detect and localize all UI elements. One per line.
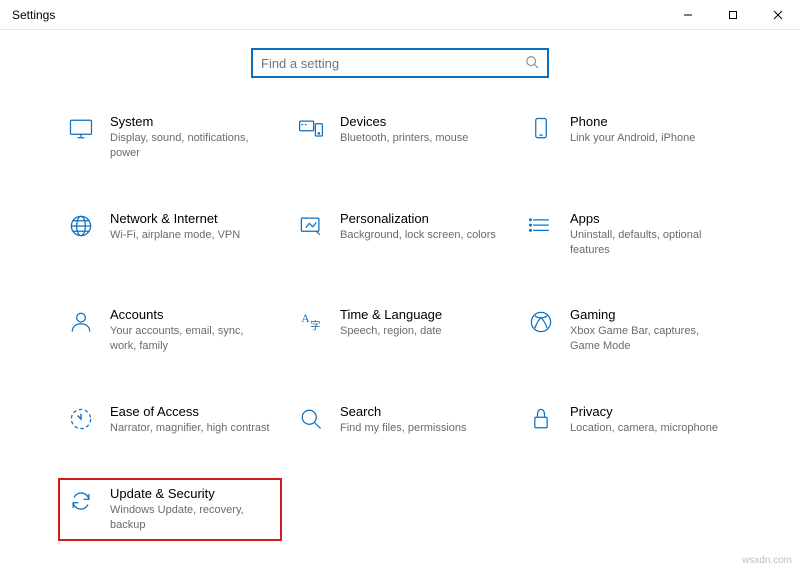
watermark: wsxdn.com (742, 555, 792, 566)
tile-desc: Speech, region, date (340, 324, 442, 339)
tile-desc: Find my files, permissions (340, 421, 467, 436)
phone-icon (526, 114, 556, 144)
minimize-button[interactable] (665, 0, 710, 29)
tile-title: Gaming (570, 307, 730, 322)
globe-icon (66, 211, 96, 241)
tile-personalization[interactable]: Personalization Background, lock screen,… (290, 205, 510, 264)
tile-accounts[interactable]: Accounts Your accounts, email, sync, wor… (60, 301, 280, 360)
tile-desc: Location, camera, microphone (570, 421, 718, 436)
apps-icon (526, 211, 556, 241)
search-icon (525, 55, 539, 72)
svg-text:A: A (301, 313, 310, 325)
tile-desc: Narrator, magnifier, high contrast (110, 421, 270, 436)
tile-privacy[interactable]: Privacy Location, camera, microphone (520, 398, 740, 442)
tile-desc: Display, sound, notifications, power (110, 131, 270, 161)
monitor-icon (66, 114, 96, 144)
tile-phone[interactable]: Phone Link your Android, iPhone (520, 108, 740, 167)
tile-title: Update & Security (110, 486, 270, 501)
devices-icon (296, 114, 326, 144)
tile-desc: Background, lock screen, colors (340, 228, 496, 243)
tile-desc: Bluetooth, printers, mouse (340, 131, 468, 146)
person-icon (66, 307, 96, 337)
lock-icon (526, 404, 556, 434)
language-icon: A字 (296, 307, 326, 337)
tile-system[interactable]: System Display, sound, notifications, po… (60, 108, 280, 167)
window-title: Settings (12, 8, 55, 22)
tile-gaming[interactable]: Gaming Xbox Game Bar, captures, Game Mod… (520, 301, 740, 360)
tile-desc: Xbox Game Bar, captures, Game Mode (570, 324, 730, 354)
window-controls (665, 0, 800, 29)
search-area (0, 30, 800, 86)
tile-desc: Your accounts, email, sync, work, family (110, 324, 270, 354)
tile-desc: Uninstall, defaults, optional features (570, 228, 730, 258)
tile-title: Network & Internet (110, 211, 240, 226)
svg-text:字: 字 (310, 319, 321, 332)
ease-of-access-icon (66, 404, 96, 434)
tile-update-security[interactable]: Update & Security Windows Update, recove… (60, 480, 280, 539)
tile-desc: Link your Android, iPhone (570, 131, 695, 146)
tile-title: System (110, 114, 270, 129)
tile-search[interactable]: Search Find my files, permissions (290, 398, 510, 442)
tile-title: Devices (340, 114, 468, 129)
tile-title: Personalization (340, 211, 496, 226)
tile-time-language[interactable]: A字 Time & Language Speech, region, date (290, 301, 510, 360)
magnifier-icon (296, 404, 326, 434)
tile-ease-of-access[interactable]: Ease of Access Narrator, magnifier, high… (60, 398, 280, 442)
sync-icon (66, 486, 96, 516)
search-input[interactable] (261, 56, 525, 71)
tile-title: Search (340, 404, 467, 419)
tile-desc: Windows Update, recovery, backup (110, 503, 270, 533)
tile-title: Phone (570, 114, 695, 129)
titlebar: Settings (0, 0, 800, 30)
search-box[interactable] (251, 48, 549, 78)
tile-title: Accounts (110, 307, 270, 322)
close-button[interactable] (755, 0, 800, 29)
tile-title: Ease of Access (110, 404, 270, 419)
settings-grid: System Display, sound, notifications, po… (0, 86, 800, 539)
tile-apps[interactable]: Apps Uninstall, defaults, optional featu… (520, 205, 740, 264)
paintbrush-icon (296, 211, 326, 241)
tile-title: Privacy (570, 404, 718, 419)
tile-desc: Wi-Fi, airplane mode, VPN (110, 228, 240, 243)
tile-network[interactable]: Network & Internet Wi-Fi, airplane mode,… (60, 205, 280, 264)
xbox-icon (526, 307, 556, 337)
maximize-button[interactable] (710, 0, 755, 29)
tile-title: Time & Language (340, 307, 442, 322)
tile-title: Apps (570, 211, 730, 226)
tile-devices[interactable]: Devices Bluetooth, printers, mouse (290, 108, 510, 167)
